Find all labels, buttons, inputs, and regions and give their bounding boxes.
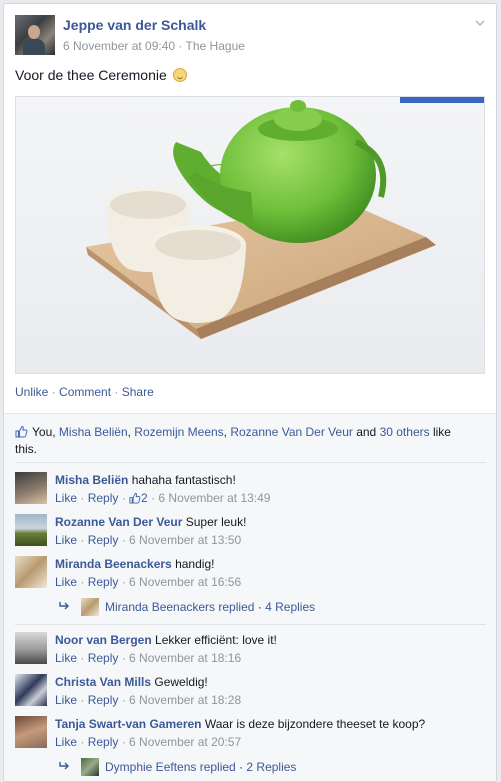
comment-item: Miranda Beenackers handig! Like · Reply … xyxy=(15,556,486,596)
replier-avatar xyxy=(81,758,99,776)
thumbs-up-icon xyxy=(129,491,141,505)
commenter-name[interactable]: Rozanne Van Der Veur xyxy=(55,515,182,529)
post-card: Jeppe van der Schalk 6 November at 09:40… xyxy=(3,3,497,782)
divider xyxy=(15,624,486,625)
author-name[interactable]: Jeppe van der Schalk xyxy=(63,17,206,33)
comment-like-link[interactable]: Like xyxy=(55,533,77,547)
commenter-avatar[interactable] xyxy=(15,472,47,504)
comment-text: Super leuk! xyxy=(185,515,247,529)
post-location[interactable]: The Hague xyxy=(186,39,245,53)
comment-item: Noor van Bergen Lekker efficiënt: love i… xyxy=(15,632,486,672)
commenter-name[interactable]: Tanja Swart-van Gameren xyxy=(55,717,202,731)
smile-emoji-icon xyxy=(172,68,187,82)
commenter-avatar[interactable] xyxy=(15,556,47,588)
share-link[interactable]: Share xyxy=(122,385,154,399)
comment-text: Geweldig! xyxy=(154,675,208,689)
unlike-link[interactable]: Unlike xyxy=(15,385,48,399)
comment-like-link[interactable]: Like xyxy=(55,491,77,505)
comment-text: hahaha fantastisch! xyxy=(131,473,236,487)
commenter-avatar[interactable] xyxy=(15,716,47,748)
comment-link[interactable]: Comment xyxy=(59,385,111,399)
comment-reply-link[interactable]: Reply xyxy=(88,651,119,665)
thumbs-up-icon xyxy=(15,425,28,438)
post-timestamp[interactable]: 6 November at 09:40 xyxy=(63,39,175,53)
comment-time[interactable]: 6 November at 13:49 xyxy=(158,491,270,505)
comments-section: You, Misha Beliën, Rozemijn Meens, Rozan… xyxy=(4,414,496,781)
comment-likes-count[interactable]: 2 xyxy=(129,491,148,505)
commenter-name[interactable]: Noor van Bergen xyxy=(55,633,152,647)
likes-summary: You, Misha Beliën, Rozemijn Meens, Rozan… xyxy=(15,425,451,456)
likes-others-link[interactable]: 30 others xyxy=(380,425,430,439)
comment-item: Tanja Swart-van Gameren Waar is deze bij… xyxy=(15,716,486,756)
comment-item: Rozanne Van Der Veur Super leuk! Like · … xyxy=(15,514,486,554)
replies-row[interactable]: Dymphie Eeftens replied · 2 Replies xyxy=(59,758,296,778)
reply-arrow-icon xyxy=(59,600,75,614)
comment-text: Lekker efficiënt: love it! xyxy=(155,633,277,647)
post-text: Voor de thee Ceremonie xyxy=(15,67,187,83)
like-name-1[interactable]: Misha Beliën xyxy=(59,425,128,439)
comment-item: Misha Beliën hahaha fantastisch! Like · … xyxy=(15,472,486,512)
commenter-avatar[interactable] xyxy=(15,674,47,706)
comment-text: handig! xyxy=(175,557,215,571)
replies-count-link[interactable]: 4 Replies xyxy=(265,600,315,614)
replies-who[interactable]: Dymphie Eeftens replied xyxy=(105,760,236,774)
comment-text: Waar is deze bijzondere theeset te koop? xyxy=(204,717,426,731)
post-header: Jeppe van der Schalk 6 November at 09:40… xyxy=(15,15,486,55)
comment-like-link[interactable]: Like xyxy=(55,693,77,707)
comment-like-link[interactable]: Like xyxy=(55,735,77,749)
commenter-name[interactable]: Christa Van Mills xyxy=(55,675,151,689)
comment-reply-link[interactable]: Reply xyxy=(88,491,119,505)
reply-arrow-icon xyxy=(59,760,75,774)
comment-reply-link[interactable]: Reply xyxy=(88,533,119,547)
post-meta: 6 November at 09:40 · The Hague xyxy=(63,39,245,53)
post-actions: Unlike · Comment · Share xyxy=(15,385,154,399)
commenter-name[interactable]: Miranda Beenackers xyxy=(55,557,172,571)
commenter-avatar[interactable] xyxy=(15,514,47,546)
comment-time[interactable]: 6 November at 20:57 xyxy=(129,735,241,749)
comment-reply-link[interactable]: Reply xyxy=(88,735,119,749)
author-avatar[interactable] xyxy=(15,15,55,55)
comment-item: Christa Van Mills Geweldig! Like · Reply… xyxy=(15,674,486,714)
comment-time[interactable]: 6 November at 18:16 xyxy=(129,651,241,665)
replies-who[interactable]: Miranda Beenackers replied xyxy=(105,600,254,614)
replier-avatar xyxy=(81,598,99,616)
chevron-down-icon[interactable] xyxy=(474,17,486,29)
commenter-avatar[interactable] xyxy=(15,632,47,664)
comment-time[interactable]: 6 November at 18:28 xyxy=(129,693,241,707)
commenter-name[interactable]: Misha Beliën xyxy=(55,473,128,487)
replies-row[interactable]: Miranda Beenackers replied · 4 Replies xyxy=(59,598,315,618)
divider xyxy=(15,462,486,463)
comment-reply-link[interactable]: Reply xyxy=(88,575,119,589)
comment-time[interactable]: 6 November at 16:56 xyxy=(129,575,241,589)
comment-time[interactable]: 6 November at 13:50 xyxy=(129,533,241,547)
comment-reply-link[interactable]: Reply xyxy=(88,693,119,707)
comment-like-link[interactable]: Like xyxy=(55,575,77,589)
like-name-2[interactable]: Rozemijn Meens xyxy=(134,425,223,439)
comment-like-link[interactable]: Like xyxy=(55,651,77,665)
post-photo[interactable] xyxy=(15,96,485,374)
replies-count-link[interactable]: 2 Replies xyxy=(246,760,296,774)
like-name-3[interactable]: Rozanne Van Der Veur xyxy=(230,425,353,439)
